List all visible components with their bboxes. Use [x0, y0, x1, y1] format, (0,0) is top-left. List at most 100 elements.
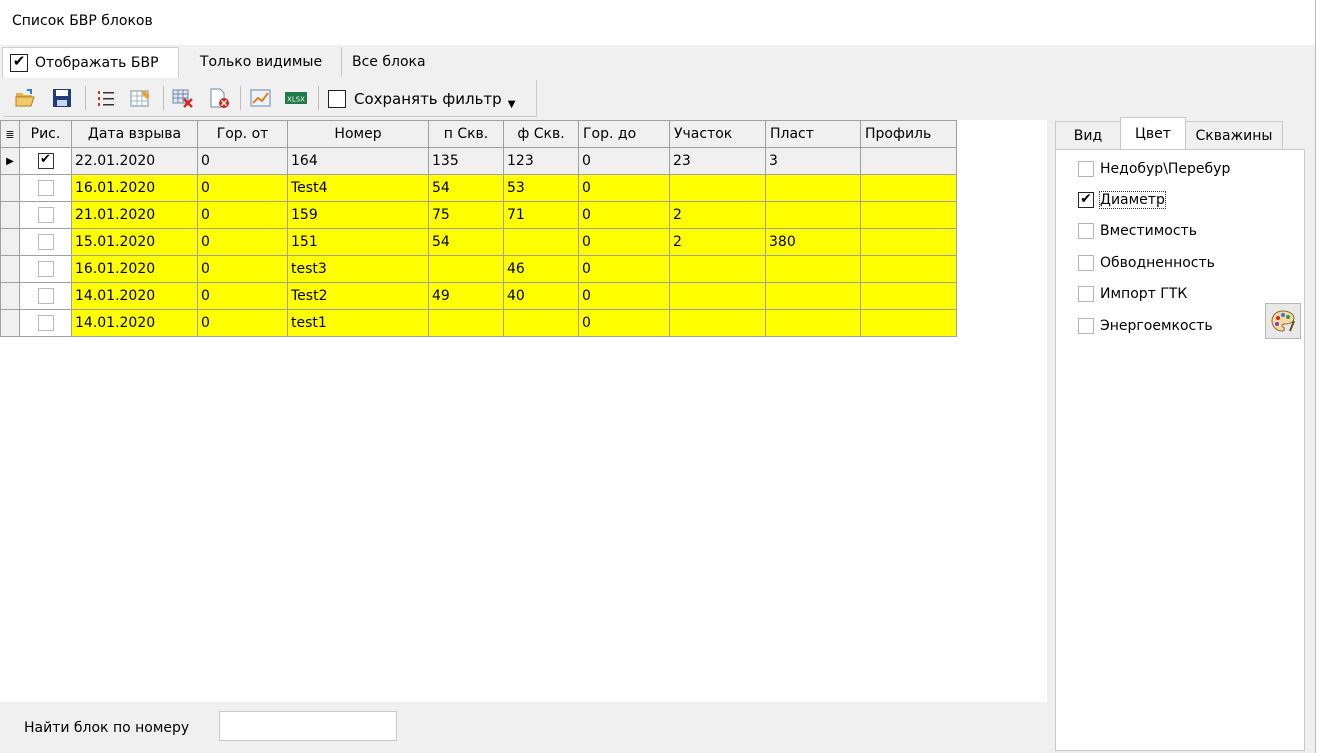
- row-draw-checkbox[interactable]: ✔: [37, 152, 54, 169]
- table-row[interactable]: 14.01.2020 0 Test2 49 40 0: [0, 282, 957, 310]
- row-selector[interactable]: [0, 201, 20, 229]
- current-row-indicator-icon[interactable]: ▶: [0, 147, 20, 175]
- cell-nomer[interactable]: 151: [287, 228, 429, 256]
- row-draw-checkbox-cell[interactable]: [19, 309, 72, 337]
- col-header-gor-do[interactable]: Гор. до: [578, 120, 670, 148]
- cell-p-skv[interactable]: 54: [428, 174, 504, 202]
- col-header-plast[interactable]: Пласт: [765, 120, 861, 148]
- cell-gor-ot[interactable]: 0: [197, 255, 288, 283]
- cell-profil[interactable]: [860, 255, 957, 283]
- tab-show-bvr[interactable]: ✔ Отображать БВР: [2, 47, 179, 78]
- cell-f-skv[interactable]: 46: [503, 255, 579, 283]
- row-selector[interactable]: [0, 309, 20, 337]
- cell-gor-do[interactable]: 0: [578, 255, 670, 283]
- option-diametr-checkbox[interactable]: ✔: [1078, 191, 1094, 208]
- cell-nomer[interactable]: Test4: [287, 174, 429, 202]
- cell-nomer[interactable]: 164: [287, 147, 429, 175]
- row-draw-checkbox-cell[interactable]: [19, 228, 72, 256]
- cell-uchastok[interactable]: [669, 309, 766, 337]
- cell-p-skv[interactable]: 135: [428, 147, 504, 175]
- cell-profil[interactable]: [860, 282, 957, 310]
- cell-plast[interactable]: [765, 174, 861, 202]
- cell-gor-do[interactable]: 0: [578, 309, 670, 337]
- cell-plast[interactable]: 380: [765, 228, 861, 256]
- cell-date[interactable]: 21.01.2020: [71, 201, 198, 229]
- cell-p-skv[interactable]: 75: [428, 201, 504, 229]
- tab-skvazhiny[interactable]: Скважины: [1185, 121, 1283, 149]
- row-selector[interactable]: [0, 228, 20, 256]
- palette-button[interactable]: [1265, 303, 1301, 339]
- cell-gor-ot[interactable]: 0: [197, 228, 288, 256]
- cell-uchastok[interactable]: 2: [669, 201, 766, 229]
- list-button[interactable]: [94, 86, 118, 110]
- cell-uchastok[interactable]: 2: [669, 228, 766, 256]
- chart-button[interactable]: [249, 86, 273, 110]
- cell-gor-ot[interactable]: 0: [197, 174, 288, 202]
- cell-f-skv[interactable]: [503, 228, 579, 256]
- row-draw-checkbox-cell[interactable]: ✔: [19, 147, 72, 175]
- tab-all-blocks[interactable]: Все блока: [346, 47, 452, 77]
- col-header-nomer[interactable]: Номер: [287, 120, 429, 148]
- tab-vid[interactable]: Вид: [1055, 121, 1121, 149]
- cell-plast[interactable]: [765, 201, 861, 229]
- option-vmestimost-checkbox[interactable]: [1078, 223, 1094, 239]
- cell-nomer[interactable]: 159: [287, 201, 429, 229]
- option-nedobur[interactable]: Недобур\Перебур: [1078, 159, 1230, 179]
- row-draw-checkbox-cell[interactable]: [19, 255, 72, 283]
- cell-f-skv[interactable]: 71: [503, 201, 579, 229]
- row-draw-checkbox[interactable]: [37, 207, 54, 223]
- cell-gor-ot[interactable]: 0: [197, 201, 288, 229]
- col-header-profil[interactable]: Профиль: [860, 120, 957, 148]
- cell-date[interactable]: 16.01.2020: [71, 255, 198, 283]
- col-header-ris[interactable]: Рис.: [19, 120, 72, 148]
- row-draw-checkbox[interactable]: [37, 180, 54, 196]
- cell-gor-do[interactable]: 0: [578, 147, 670, 175]
- save-button[interactable]: [50, 86, 74, 110]
- cell-uchastok[interactable]: [669, 282, 766, 310]
- cell-nomer[interactable]: test3: [287, 255, 429, 283]
- row-selector[interactable]: [0, 174, 20, 202]
- col-header-gor-ot[interactable]: Гор. от: [197, 120, 288, 148]
- cell-uchastok[interactable]: [669, 174, 766, 202]
- row-draw-checkbox-cell[interactable]: [19, 201, 72, 229]
- cell-nomer[interactable]: test1: [287, 309, 429, 337]
- cell-date[interactable]: 16.01.2020: [71, 174, 198, 202]
- search-block-input[interactable]: [219, 711, 397, 741]
- option-energoemkost-checkbox[interactable]: [1078, 318, 1094, 334]
- cell-p-skv[interactable]: [428, 309, 504, 337]
- option-energoemkost[interactable]: Энергоемкость: [1078, 316, 1213, 336]
- row-draw-checkbox[interactable]: [37, 288, 54, 304]
- cell-profil[interactable]: [860, 309, 957, 337]
- cell-profil[interactable]: [860, 201, 957, 229]
- table-row[interactable]: 21.01.2020 0 159 75 71 0 2: [0, 201, 957, 229]
- option-import-gtk-checkbox[interactable]: [1078, 286, 1094, 302]
- cell-plast[interactable]: [765, 255, 861, 283]
- cell-plast[interactable]: [765, 282, 861, 310]
- col-header-uchastok[interactable]: Участок: [669, 120, 766, 148]
- table-row[interactable]: 16.01.2020 0 Test4 54 53 0: [0, 174, 957, 202]
- row-draw-checkbox-cell[interactable]: [19, 174, 72, 202]
- cell-gor-ot[interactable]: 0: [197, 309, 288, 337]
- export-xlsx-button[interactable]: XLSX: [284, 86, 308, 110]
- row-draw-checkbox[interactable]: [37, 315, 54, 331]
- option-import-gtk[interactable]: Импорт ГТК: [1078, 284, 1187, 304]
- row-selector[interactable]: [0, 255, 20, 283]
- cell-f-skv[interactable]: 123: [503, 147, 579, 175]
- cell-nomer[interactable]: Test2: [287, 282, 429, 310]
- option-obvodnennost-checkbox[interactable]: [1078, 255, 1094, 271]
- col-header-p-skv[interactable]: п Скв.: [428, 120, 504, 148]
- cell-profil[interactable]: [860, 174, 957, 202]
- row-selector[interactable]: [0, 282, 20, 310]
- row-selector-header-icon[interactable]: ≣: [0, 120, 20, 148]
- table-row[interactable]: 15.01.2020 0 151 54 0 2 380: [0, 228, 957, 256]
- show-bvr-checkbox[interactable]: ✔: [10, 52, 28, 72]
- cell-f-skv[interactable]: 40: [503, 282, 579, 310]
- cell-p-skv[interactable]: 49: [428, 282, 504, 310]
- cell-gor-ot[interactable]: 0: [197, 147, 288, 175]
- cell-date[interactable]: 22.01.2020: [71, 147, 198, 175]
- cell-gor-do[interactable]: 0: [578, 282, 670, 310]
- cell-uchastok[interactable]: 23: [669, 147, 766, 175]
- cell-p-skv[interactable]: 54: [428, 228, 504, 256]
- save-filter-toggle[interactable]: Сохранять фильтр ▼: [328, 87, 515, 111]
- cell-date[interactable]: 14.01.2020: [71, 309, 198, 337]
